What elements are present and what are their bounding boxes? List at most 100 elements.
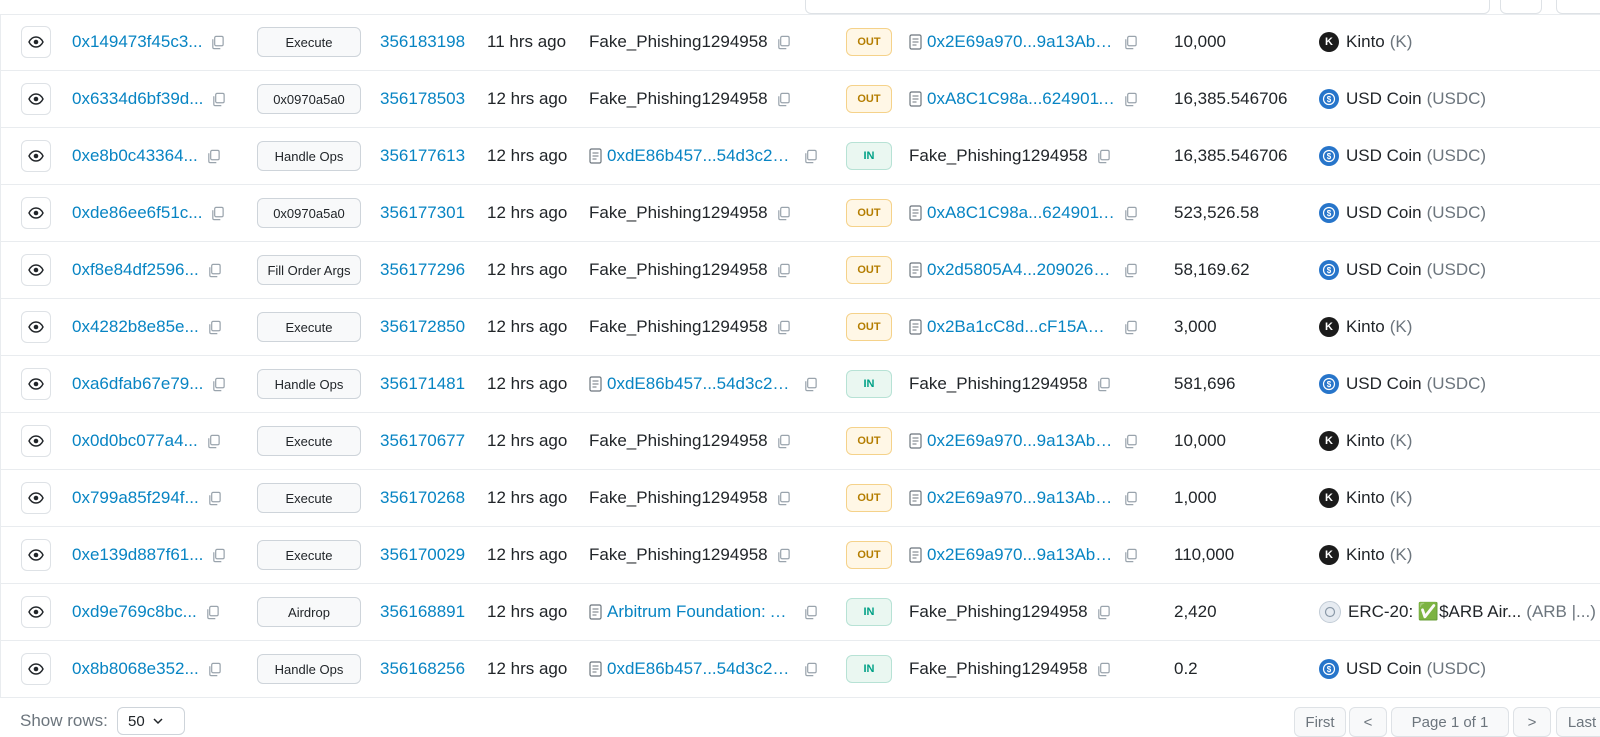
- to-address[interactable]: 0xA8C1C98a...624901185: [927, 203, 1115, 223]
- copy-icon[interactable]: [207, 491, 222, 506]
- copy-icon[interactable]: [207, 263, 222, 278]
- copy-icon[interactable]: [803, 149, 818, 164]
- block-link[interactable]: 356168891: [380, 602, 465, 622]
- rows-per-page-select[interactable]: 50: [117, 707, 185, 735]
- copy-icon[interactable]: [206, 434, 221, 449]
- block-link[interactable]: 356170029: [380, 545, 465, 565]
- block-link[interactable]: 356172850: [380, 317, 465, 337]
- copy-icon[interactable]: [803, 605, 818, 620]
- block-link[interactable]: 356170268: [380, 488, 465, 508]
- token-name[interactable]: USD Coin: [1346, 146, 1422, 166]
- token-name[interactable]: USD Coin: [1346, 659, 1422, 679]
- copy-icon[interactable]: [205, 605, 220, 620]
- copy-icon[interactable]: [776, 434, 791, 449]
- eye-icon[interactable]: [21, 653, 51, 685]
- eye-icon[interactable]: [21, 368, 51, 400]
- to-address[interactable]: 0x2E69a970...9a13AbcB3: [927, 545, 1115, 565]
- token-name[interactable]: Kinto: [1346, 545, 1385, 565]
- tx-hash-link[interactable]: 0x799a85f294f...: [72, 488, 199, 508]
- token-name[interactable]: ERC-20: ✅$ARB Air...: [1348, 602, 1521, 622]
- search-box-edge[interactable]: [805, 0, 1490, 14]
- to-address[interactable]: 0x2E69a970...9a13AbcB3: [927, 488, 1115, 508]
- eye-icon[interactable]: [21, 254, 51, 286]
- copy-icon[interactable]: [1123, 491, 1138, 506]
- copy-icon[interactable]: [776, 92, 791, 107]
- block-link[interactable]: 356177296: [380, 260, 465, 280]
- copy-icon[interactable]: [803, 377, 818, 392]
- block-link[interactable]: 356177613: [380, 146, 465, 166]
- block-link[interactable]: 356168256: [380, 659, 465, 679]
- copy-icon[interactable]: [1123, 206, 1138, 221]
- eye-icon[interactable]: [21, 197, 51, 229]
- copy-icon[interactable]: [1096, 662, 1111, 677]
- copy-icon[interactable]: [1123, 434, 1138, 449]
- eye-icon[interactable]: [21, 482, 51, 514]
- from-address[interactable]: 0xdE86b457...54d3c2786: [607, 146, 795, 166]
- token-name[interactable]: USD Coin: [1346, 260, 1422, 280]
- copy-icon[interactable]: [776, 548, 791, 563]
- copy-icon[interactable]: [1096, 149, 1111, 164]
- token-name[interactable]: Kinto: [1346, 32, 1385, 52]
- copy-icon[interactable]: [210, 206, 225, 221]
- from-address[interactable]: 0xdE86b457...54d3c2786: [607, 374, 795, 394]
- tx-hash-link[interactable]: 0x0d0bc077a4...: [72, 431, 198, 451]
- token-name[interactable]: USD Coin: [1346, 203, 1422, 223]
- copy-icon[interactable]: [1096, 377, 1111, 392]
- copy-icon[interactable]: [211, 92, 226, 107]
- tx-hash-link[interactable]: 0x6334d6bf39d...: [72, 89, 203, 109]
- to-address[interactable]: 0x2Ba1cC8d...cF15AAD90: [927, 317, 1115, 337]
- copy-icon[interactable]: [1123, 92, 1138, 107]
- copy-icon[interactable]: [803, 662, 818, 677]
- block-link[interactable]: 356178503: [380, 89, 465, 109]
- eye-icon[interactable]: [21, 596, 51, 628]
- tx-hash-link[interactable]: 0xe139d887f61...: [72, 545, 203, 565]
- copy-icon[interactable]: [1123, 320, 1138, 335]
- copy-icon[interactable]: [776, 206, 791, 221]
- eye-icon[interactable]: [21, 539, 51, 571]
- token-name[interactable]: USD Coin: [1346, 374, 1422, 394]
- to-address[interactable]: 0x2d5805A4...20902631a: [927, 260, 1115, 280]
- prev-page-button[interactable]: <: [1349, 707, 1387, 737]
- copy-icon[interactable]: [207, 320, 222, 335]
- copy-icon[interactable]: [207, 662, 222, 677]
- eye-icon[interactable]: [21, 26, 51, 58]
- copy-icon[interactable]: [1123, 263, 1138, 278]
- copy-icon[interactable]: [776, 263, 791, 278]
- tx-hash-link[interactable]: 0xde86ee6f51c...: [72, 203, 202, 223]
- eye-icon[interactable]: [21, 311, 51, 343]
- block-link[interactable]: 356183198: [380, 32, 465, 52]
- tx-hash-link[interactable]: 0xd9e769c8bc...: [72, 602, 197, 622]
- eye-icon[interactable]: [21, 140, 51, 172]
- tx-hash-link[interactable]: 0x149473f45c3...: [72, 32, 202, 52]
- block-link[interactable]: 356170677: [380, 431, 465, 451]
- toolbar-button-edge[interactable]: [1556, 0, 1600, 14]
- tx-hash-link[interactable]: 0x4282b8e85e...: [72, 317, 199, 337]
- token-name[interactable]: Kinto: [1346, 488, 1385, 508]
- copy-icon[interactable]: [776, 320, 791, 335]
- block-link[interactable]: 356177301: [380, 203, 465, 223]
- copy-icon[interactable]: [776, 35, 791, 50]
- next-page-button[interactable]: >: [1513, 707, 1551, 737]
- to-address[interactable]: 0x2E69a970...9a13AbcB3: [927, 32, 1115, 52]
- tx-hash-link[interactable]: 0xf8e84df2596...: [72, 260, 199, 280]
- tx-hash-link[interactable]: 0xa6dfab67e79...: [72, 374, 203, 394]
- from-address[interactable]: Arbitrum Foundation: A...: [607, 602, 795, 622]
- eye-icon[interactable]: [21, 425, 51, 457]
- to-address[interactable]: 0x2E69a970...9a13AbcB3: [927, 431, 1115, 451]
- tx-hash-link[interactable]: 0x8b8068e352...: [72, 659, 199, 679]
- copy-icon[interactable]: [211, 377, 226, 392]
- first-page-button[interactable]: First: [1294, 707, 1346, 737]
- copy-icon[interactable]: [211, 548, 226, 563]
- last-page-button[interactable]: Last: [1556, 707, 1600, 737]
- tx-hash-link[interactable]: 0xe8b0c43364...: [72, 146, 198, 166]
- toolbar-button-edge[interactable]: [1500, 0, 1542, 14]
- from-address[interactable]: 0xdE86b457...54d3c2786: [607, 659, 795, 679]
- copy-icon[interactable]: [1123, 35, 1138, 50]
- block-link[interactable]: 356171481: [380, 374, 465, 394]
- copy-icon[interactable]: [1123, 548, 1138, 563]
- copy-icon[interactable]: [776, 491, 791, 506]
- copy-icon[interactable]: [1096, 605, 1111, 620]
- copy-icon[interactable]: [206, 149, 221, 164]
- eye-icon[interactable]: [21, 83, 51, 115]
- token-name[interactable]: USD Coin: [1346, 89, 1422, 109]
